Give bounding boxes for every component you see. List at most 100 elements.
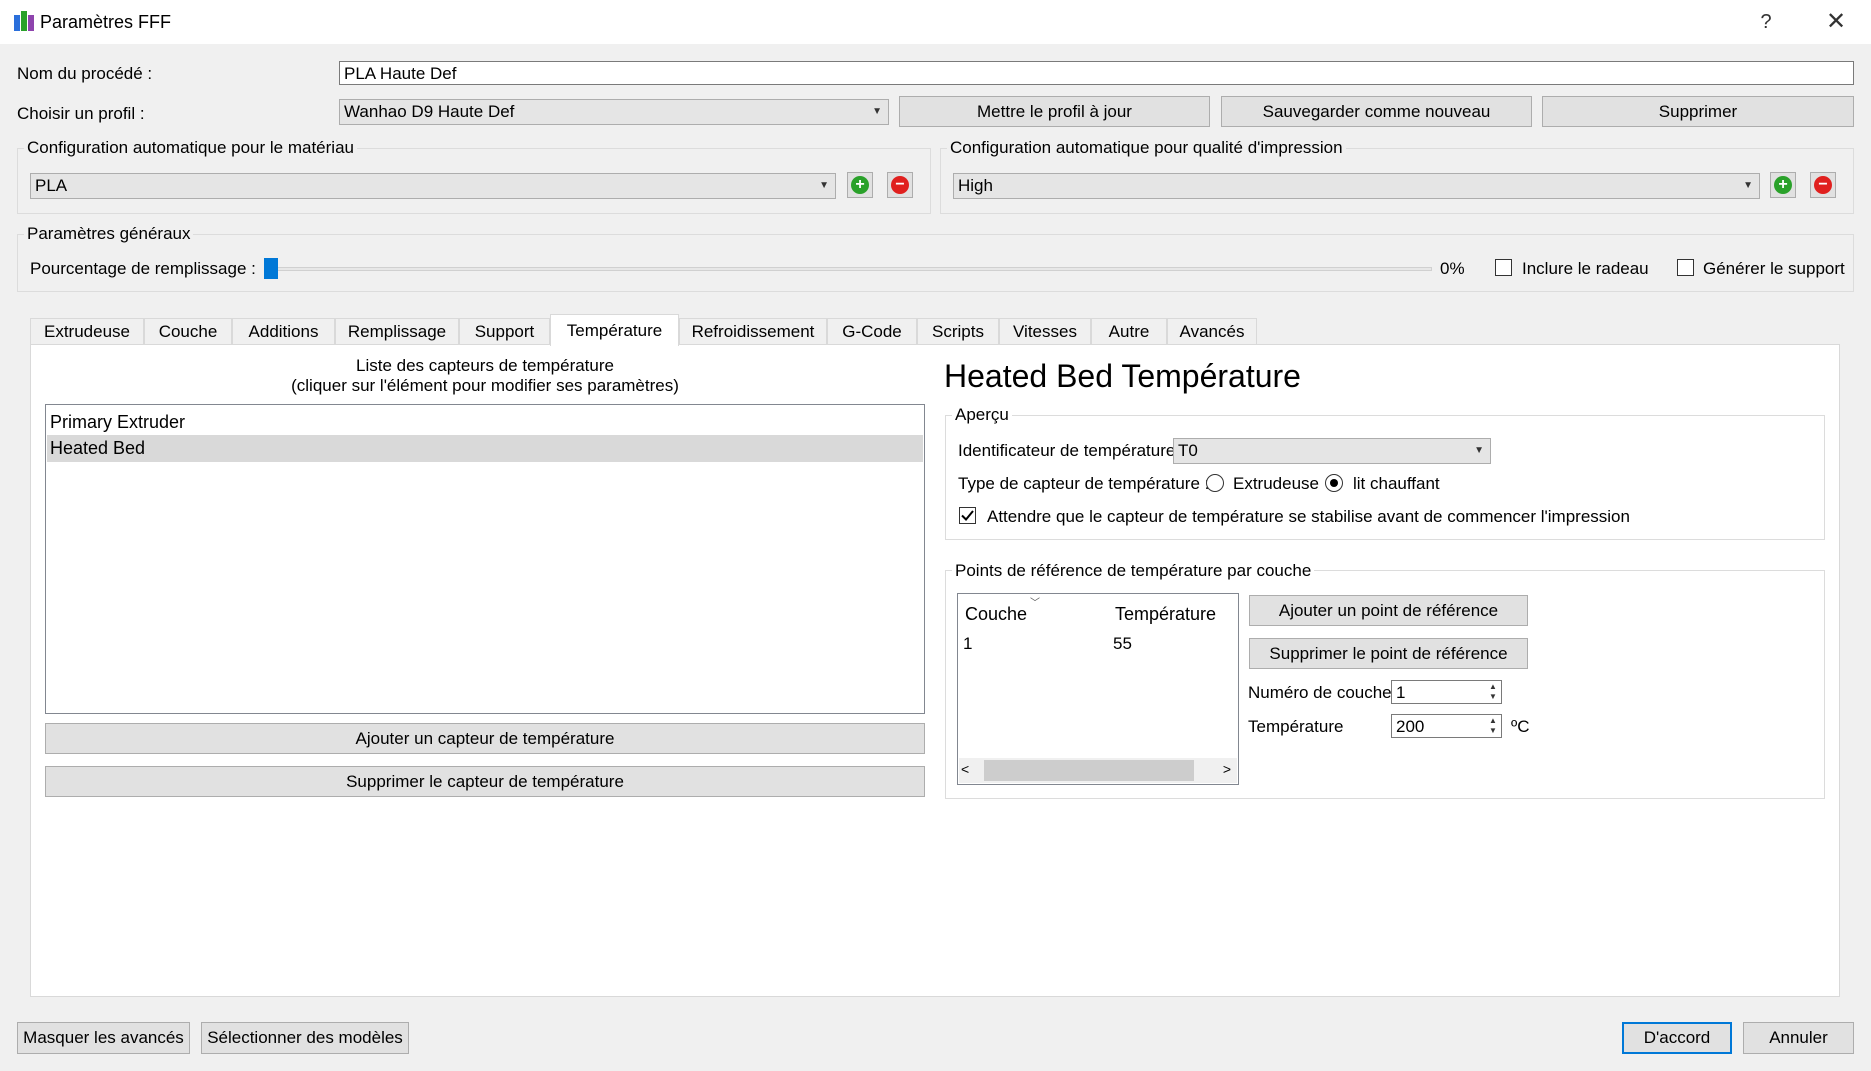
add-sensor-button[interactable]: Ajouter un capteur de température [45, 723, 925, 754]
remove-sensor-button[interactable]: Supprimer le capteur de température [45, 766, 925, 797]
profile-select[interactable]: Wanhao D9 Haute Def ▼ [339, 99, 889, 125]
sensor-list-header: Liste des capteurs de température (cliqu… [30, 356, 940, 396]
app-icon [14, 11, 34, 33]
spin-down-icon[interactable]: ▼ [1487, 726, 1499, 736]
temperature-value: 200 [1396, 717, 1425, 736]
remove-quality-button[interactable]: − [1810, 172, 1836, 198]
tab-temperature[interactable]: Température [550, 314, 679, 346]
chevron-down-icon: ▼ [819, 180, 829, 191]
infill-value: 0% [1440, 259, 1465, 278]
type-extruder-radio[interactable] [1206, 474, 1224, 492]
sensor-detail-heading: Heated Bed Température [944, 358, 1301, 394]
spin-down-icon[interactable]: ▼ [1487, 692, 1499, 702]
spin-up-icon[interactable]: ▲ [1487, 682, 1499, 692]
support-label: Générer le support [1703, 259, 1845, 278]
plus-icon: + [851, 176, 869, 194]
temperature-unit: ºC [1511, 717, 1530, 736]
remove-material-button[interactable]: − [887, 172, 913, 198]
plus-icon: + [1774, 176, 1792, 194]
quality-select[interactable]: High ▼ [953, 173, 1760, 199]
identifier-select-value: T0 [1178, 441, 1198, 460]
setpoints-table: ﹀ Couche Température 1 55 < > [957, 593, 1239, 785]
sensor-list: Primary Extruder Heated Bed [45, 404, 925, 714]
sensor-item-label: Primary Extruder [50, 412, 186, 432]
tab-support[interactable]: Support [459, 318, 550, 345]
spin-up-icon[interactable]: ▲ [1487, 716, 1499, 726]
cancel-button[interactable]: Annuler [1743, 1022, 1854, 1054]
tab-remplissage[interactable]: Remplissage [335, 318, 459, 345]
update-profile-button[interactable]: Mettre le profil à jour [899, 96, 1210, 127]
type-extruder-label: Extrudeuse [1233, 474, 1319, 493]
scroll-left-icon[interactable]: < [961, 761, 969, 777]
scrollbar-thumb[interactable] [984, 760, 1194, 781]
sensor-list-header-line2: (cliquer sur l'élément pour modifier ses… [291, 376, 679, 395]
infill-slider-handle[interactable] [264, 258, 278, 279]
temperature-label: Température [1248, 717, 1344, 736]
tab-extrudeuse[interactable]: Extrudeuse [30, 318, 144, 345]
add-quality-button[interactable]: + [1770, 172, 1796, 198]
save-new-profile-button[interactable]: Sauvegarder comme nouveau [1221, 96, 1532, 127]
type-bed-radio[interactable] [1325, 474, 1343, 492]
tab-couche[interactable]: Couche [144, 318, 232, 345]
window-title: Paramètres FFF [40, 12, 172, 32]
infill-slider-track[interactable] [270, 267, 1432, 271]
tab-scripts[interactable]: Scripts [917, 318, 999, 345]
identifier-label: Identificateur de température [958, 441, 1176, 460]
raft-label: Inclure le radeau [1522, 259, 1649, 278]
layer-number-value: 1 [1396, 683, 1406, 702]
select-models-button[interactable]: Sélectionner des modèles [201, 1022, 409, 1054]
material-select[interactable]: PLA ▼ [30, 173, 836, 199]
check-icon [961, 510, 974, 521]
column-header-temperature[interactable]: Température [1115, 604, 1216, 625]
horizontal-scrollbar[interactable]: < > [959, 758, 1237, 783]
add-setpoint-button[interactable]: Ajouter un point de référence [1249, 595, 1528, 626]
help-button[interactable]: ? [1752, 8, 1780, 36]
layer-number-label: Numéro de couche [1248, 683, 1392, 702]
add-material-button[interactable]: + [847, 172, 873, 198]
radio-dot [1330, 479, 1338, 487]
column-header-couche[interactable]: Couche [965, 604, 1027, 625]
sort-indicator-icon: ﹀ [1030, 598, 1040, 609]
tab-additions[interactable]: Additions [232, 318, 335, 345]
raft-checkbox[interactable] [1495, 259, 1512, 276]
process-name-input[interactable]: PLA Haute Def [339, 61, 1854, 85]
table-cell-temp[interactable]: 55 [1113, 634, 1132, 654]
identifier-select[interactable]: T0 ▼ [1173, 438, 1491, 464]
close-icon[interactable]: ✕ [1820, 6, 1852, 38]
list-item[interactable]: Primary Extruder [50, 409, 920, 435]
sensor-list-header-line1: Liste des capteurs de température [356, 356, 614, 375]
hide-advanced-button[interactable]: Masquer les avancés [17, 1022, 190, 1054]
table-cell-layer[interactable]: 1 [963, 634, 972, 654]
overview-title: Aperçu [952, 405, 1012, 425]
tab-vitesses[interactable]: Vitesses [999, 318, 1091, 345]
material-select-value: PLA [35, 176, 68, 195]
quality-select-value: High [958, 176, 993, 195]
chevron-down-icon: ▼ [1474, 445, 1484, 456]
tab-refroidissement[interactable]: Refroidissement [679, 318, 827, 345]
sensor-type-label: Type de capteur de température : [958, 474, 1210, 493]
remove-setpoint-button[interactable]: Supprimer le point de référence [1249, 638, 1528, 669]
quality-config-title: Configuration automatique pour qualité d… [947, 138, 1346, 158]
profile-label: Choisir un profil : [17, 104, 145, 123]
general-params-title: Paramètres généraux [24, 224, 194, 244]
setpoints-title: Points de référence de température par c… [952, 561, 1315, 581]
tab-avances[interactable]: Avancés [1167, 318, 1257, 345]
wait-stabilize-checkbox[interactable] [959, 507, 976, 524]
process-name-label: Nom du procédé : [17, 64, 153, 83]
type-bed-label: lit chauffant [1353, 474, 1440, 493]
chevron-down-icon: ▼ [1743, 180, 1753, 191]
list-item-selected[interactable]: Heated Bed [47, 435, 923, 462]
scroll-right-icon[interactable]: > [1223, 761, 1231, 777]
temperature-spinbox[interactable]: 200 ▲ ▼ [1391, 714, 1502, 738]
tab-gcode[interactable]: G-Code [827, 318, 917, 345]
delete-profile-button[interactable]: Supprimer [1542, 96, 1854, 127]
tab-autre[interactable]: Autre [1091, 318, 1167, 345]
minus-icon: − [1814, 176, 1832, 194]
support-checkbox[interactable] [1677, 259, 1694, 276]
title-bar [0, 0, 1871, 44]
infill-label: Pourcentage de remplissage : [30, 259, 256, 278]
minus-icon: − [891, 176, 909, 194]
layer-number-spinbox[interactable]: 1 ▲ ▼ [1391, 680, 1502, 704]
ok-button[interactable]: D'accord [1622, 1022, 1732, 1054]
wait-stabilize-label: Attendre que le capteur de température s… [987, 507, 1630, 526]
